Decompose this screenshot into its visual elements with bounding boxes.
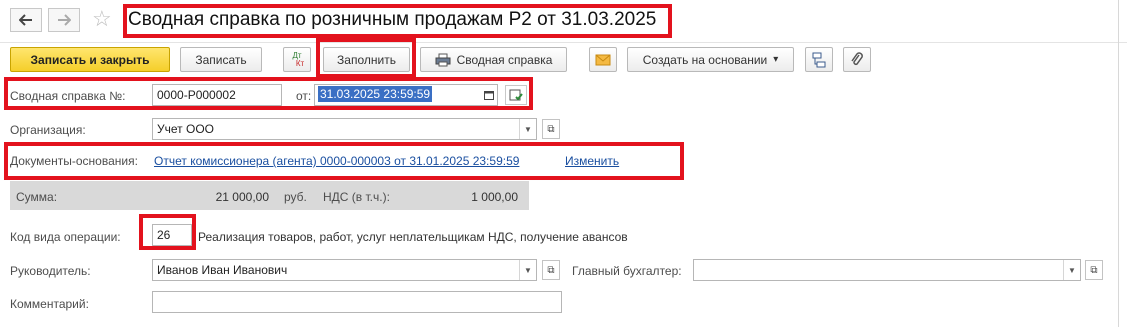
base-document-link[interactable]: Отчет комиссионера (агента) 0000-000003 …: [154, 154, 519, 168]
page-title: Сводная справка по розничным продажам Р2…: [128, 9, 657, 30]
chevron-down-icon[interactable]: ▼: [519, 260, 536, 280]
comment-field[interactable]: [152, 291, 562, 313]
open-head-button[interactable]: ⧉: [542, 260, 560, 280]
chevron-down-icon[interactable]: ▼: [1063, 260, 1080, 280]
save-button[interactable]: Записать: [180, 47, 262, 72]
vat-label: НДС (в т.ч.):: [323, 190, 390, 204]
op-code-label: Код вида операции:: [10, 230, 121, 244]
dt-kt-button[interactable]: Дт Кт: [283, 47, 311, 72]
summary-report-label: Сводная справка: [456, 52, 553, 67]
email-button[interactable]: [589, 47, 617, 72]
organization-value: Учет ООО: [157, 122, 214, 136]
title-divider: [0, 42, 1127, 43]
date-label: от:: [296, 89, 312, 103]
fill-button[interactable]: Заполнить: [323, 47, 410, 72]
envelope-icon: [595, 54, 611, 65]
open-chief-accountant-button[interactable]: ⧉: [1085, 260, 1103, 280]
back-button[interactable]: [10, 8, 42, 32]
comment-label: Комментарий:: [10, 297, 89, 311]
printer-icon: [435, 53, 451, 66]
number-label: Сводная справка №:: [10, 89, 126, 103]
base-documents-label: Документы-основания:: [10, 154, 138, 168]
open-icon: ⧉: [1090, 264, 1098, 276]
vat-value: 1 000,00: [471, 190, 518, 204]
post-document-button[interactable]: [505, 85, 527, 105]
chief-accountant-label: Главный бухгалтер:: [572, 264, 682, 278]
hierarchy-icon: [812, 52, 826, 67]
open-icon: ⧉: [547, 123, 555, 135]
paperclip-icon: [851, 51, 863, 65]
open-icon: ⧉: [547, 264, 555, 276]
sum-value: 21 000,00: [215, 190, 269, 204]
create-based-on-button[interactable]: Создать на основании ▾: [627, 47, 794, 72]
forward-button[interactable]: [48, 8, 80, 32]
chevron-down-icon: ▾: [773, 54, 779, 65]
op-code-description: Реализация товаров, работ, услуг неплате…: [198, 230, 628, 244]
sum-label: Сумма:: [16, 190, 58, 204]
currency-label: руб.: [284, 190, 307, 204]
date-value: 31.03.2025 23:59:59: [318, 86, 433, 102]
arrow-left-icon: [19, 14, 32, 26]
arrow-right-icon: [58, 14, 71, 26]
head-field[interactable]: Иванов Иван Иванович ▼: [152, 259, 537, 281]
head-label: Руководитель:: [10, 264, 91, 278]
open-organization-button[interactable]: ⧉: [542, 119, 560, 139]
calendar-icon[interactable]: [481, 85, 497, 105]
op-code-field[interactable]: 26: [152, 224, 192, 246]
window-edge: [1118, 0, 1119, 327]
attach-file-button[interactable]: [843, 47, 871, 72]
number-field[interactable]: 0000-Р000002: [152, 84, 282, 106]
dt-kt-icon-bottom: Кт: [295, 58, 305, 68]
document-check-icon: [509, 89, 523, 101]
head-value: Иванов Иван Иванович: [157, 263, 288, 277]
structure-button[interactable]: [805, 47, 833, 72]
create-based-on-label: Создать на основании: [642, 52, 768, 67]
change-base-link[interactable]: Изменить: [565, 154, 619, 168]
organization-field[interactable]: Учет ООО ▼: [152, 118, 537, 140]
save-and-close-button[interactable]: Записать и закрыть: [10, 47, 170, 72]
chief-accountant-field[interactable]: ▼: [693, 259, 1081, 281]
chevron-down-icon[interactable]: ▼: [519, 119, 536, 139]
star-icon[interactable]: ☆: [92, 6, 112, 32]
summary-report-button[interactable]: Сводная справка: [420, 47, 567, 72]
organization-label: Организация:: [10, 123, 86, 137]
date-field[interactable]: 31.03.2025 23:59:59: [314, 84, 498, 106]
